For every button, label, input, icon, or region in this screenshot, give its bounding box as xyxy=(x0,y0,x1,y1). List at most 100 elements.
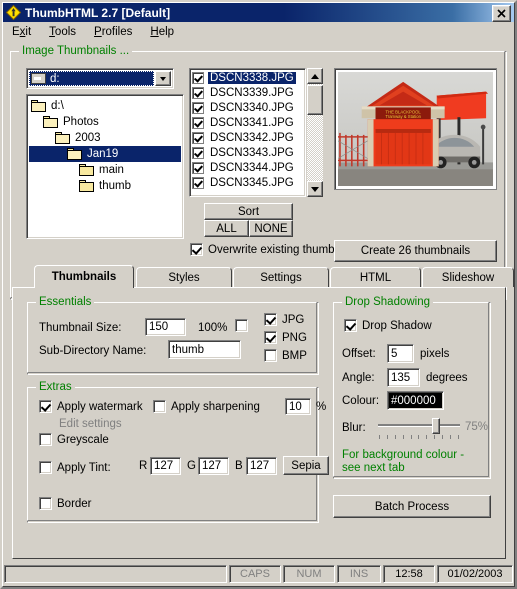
status-date: 01/02/2003 xyxy=(437,565,513,583)
file-list-item[interactable]: DSCN3343.JPG xyxy=(190,145,305,160)
apply-tint-checkbox[interactable]: Apply Tint: xyxy=(39,461,111,474)
format-png-checkbox[interactable]: PNG xyxy=(264,331,307,344)
tree-node[interactable]: Photos xyxy=(29,114,181,130)
file-name: DSCN3338.JPG xyxy=(208,71,296,84)
greyscale-checkbox[interactable]: Greyscale xyxy=(39,433,109,446)
drive-combo-value-area[interactable]: d: xyxy=(29,71,154,86)
file-list-scrollbar[interactable] xyxy=(307,68,323,197)
tab-slideshow[interactable]: Slideshow xyxy=(422,267,514,287)
apply-watermark-checkbox[interactable]: Apply watermark xyxy=(39,400,143,413)
overwrite-existing-checkbox[interactable]: Overwrite existing thumbnails xyxy=(190,243,358,256)
file-checklist[interactable]: DSCN3338.JPG DSCN3339.JPG DSCN3340.JPG D… xyxy=(189,68,306,197)
subdirectory-label: Sub-Directory Name: xyxy=(39,345,147,357)
tab-html[interactable]: HTML xyxy=(330,267,421,287)
tab-thumbnails[interactable]: Thumbnails xyxy=(34,265,134,288)
file-checkbox[interactable] xyxy=(192,86,204,99)
checkbox-box[interactable] xyxy=(39,433,52,446)
angle-input[interactable]: 135 xyxy=(387,368,420,387)
file-list-item[interactable]: DSCN3340.JPG xyxy=(190,100,305,115)
offset-value: 5 xyxy=(391,347,398,360)
file-list-item[interactable]: DSCN3338.JPG xyxy=(190,70,305,85)
none-button[interactable]: NONE xyxy=(249,220,293,237)
menu-item-profiles[interactable]: Profiles xyxy=(85,25,141,39)
scroll-down-icon[interactable] xyxy=(307,181,323,197)
file-checkbox[interactable] xyxy=(192,146,204,159)
drive-combo[interactable]: d: xyxy=(26,68,174,89)
tree-node[interactable]: thumb xyxy=(29,178,181,194)
tint-g-input[interactable]: 127 xyxy=(198,457,229,475)
menu-item-tools[interactable]: Tools xyxy=(40,25,85,39)
tab-settings[interactable]: Settings xyxy=(233,267,329,287)
sepia-button[interactable]: Sepia xyxy=(283,456,329,475)
tree-node-selected[interactable]: Jan19 xyxy=(29,146,181,162)
chevron-down-icon[interactable] xyxy=(155,71,171,86)
tree-node[interactable]: 2003 xyxy=(29,130,181,146)
apply-sharpening-label: Apply sharpening xyxy=(171,400,260,413)
file-list-item[interactable]: DSCN3339.JPG xyxy=(190,85,305,100)
format-jpg-checkbox[interactable]: JPG xyxy=(264,313,304,326)
offset-label: Offset: xyxy=(342,348,376,360)
checkbox-box[interactable] xyxy=(264,331,277,344)
tint-b-input[interactable]: 127 xyxy=(246,457,277,475)
batch-process-button[interactable]: Batch Process xyxy=(333,495,491,518)
apply-watermark-label: Apply watermark xyxy=(57,400,143,413)
file-checkbox[interactable] xyxy=(192,101,204,114)
edit-settings-link[interactable]: Edit settings xyxy=(59,418,122,430)
scrollbar-thumb[interactable] xyxy=(307,85,323,115)
angle-label: Angle: xyxy=(342,372,375,384)
file-checkbox[interactable] xyxy=(192,71,204,84)
format-bmp-checkbox[interactable]: BMP xyxy=(264,349,307,362)
checkbox-box[interactable] xyxy=(153,400,166,413)
file-name: DSCN3343.JPG xyxy=(210,146,294,159)
colour-value: #000000 xyxy=(391,394,436,407)
file-checkbox[interactable] xyxy=(192,116,204,129)
file-name: DSCN3342.JPG xyxy=(210,131,294,144)
status-num: NUM xyxy=(283,565,335,583)
checkbox-box[interactable] xyxy=(39,461,52,474)
folder-icon xyxy=(67,148,83,160)
checkbox-box[interactable] xyxy=(190,243,203,256)
file-checkbox[interactable] xyxy=(192,161,204,174)
folder-tree[interactable]: d:\ Photos 2003 Jan19 main thumb xyxy=(26,94,184,239)
checkbox-box[interactable] xyxy=(264,349,277,362)
file-checkbox[interactable] xyxy=(192,176,204,189)
file-checkbox[interactable] xyxy=(192,131,204,144)
tab-label: HTML xyxy=(359,271,392,284)
file-list-item[interactable]: DSCN3342.JPG xyxy=(190,130,305,145)
scroll-up-icon[interactable] xyxy=(307,68,323,84)
file-list-item[interactable]: DSCN3341.JPG xyxy=(190,115,305,130)
apply-sharpening-checkbox[interactable]: Apply sharpening xyxy=(153,400,260,413)
file-list-item[interactable]: DSCN3344.JPG xyxy=(190,160,305,175)
border-checkbox[interactable]: Border xyxy=(39,497,92,510)
offset-input[interactable]: 5 xyxy=(387,344,414,363)
create-thumbnails-button[interactable]: Create 26 thumbnails xyxy=(334,240,497,262)
tab-styles[interactable]: Styles xyxy=(136,267,232,287)
file-list-item[interactable]: DSCN3345.JPG xyxy=(190,175,305,190)
sort-button[interactable]: Sort xyxy=(204,203,293,220)
status-ins: INS xyxy=(337,565,381,583)
checkbox-box[interactable] xyxy=(39,497,52,510)
close-button[interactable] xyxy=(492,5,511,22)
checkbox-box[interactable] xyxy=(264,313,277,326)
subdirectory-input[interactable]: thumb xyxy=(168,340,241,359)
tint-r-input[interactable]: 127 xyxy=(150,457,181,475)
status-caps: CAPS xyxy=(229,565,281,583)
sharpening-value-input[interactable]: 10 xyxy=(285,398,311,415)
all-button[interactable]: ALL xyxy=(204,220,249,237)
thumbnail-size-input[interactable]: 150 xyxy=(145,318,186,336)
file-name: DSCN3345.JPG xyxy=(210,176,294,189)
drop-shadow-checkbox[interactable]: Drop Shadow xyxy=(344,319,432,332)
menu-item-help[interactable]: Help xyxy=(141,25,183,39)
colour-input[interactable]: #000000 xyxy=(387,391,444,410)
checkbox-box[interactable] xyxy=(344,319,357,332)
blur-slider[interactable] xyxy=(376,416,462,439)
tree-node[interactable]: d:\ xyxy=(29,98,181,114)
tab-label: Thumbnails xyxy=(51,271,117,283)
sharpening-unit: % xyxy=(316,401,327,413)
thumbnail-preview: THE BLACKPOOL Tramway & Station xyxy=(334,68,497,190)
menu-item-exit[interactable]: Exit xyxy=(3,25,40,39)
hundred-percent-checkbox[interactable] xyxy=(235,319,248,332)
tree-node[interactable]: main xyxy=(29,162,181,178)
status-time: 12:58 xyxy=(383,565,435,583)
checkbox-box[interactable] xyxy=(39,400,52,413)
